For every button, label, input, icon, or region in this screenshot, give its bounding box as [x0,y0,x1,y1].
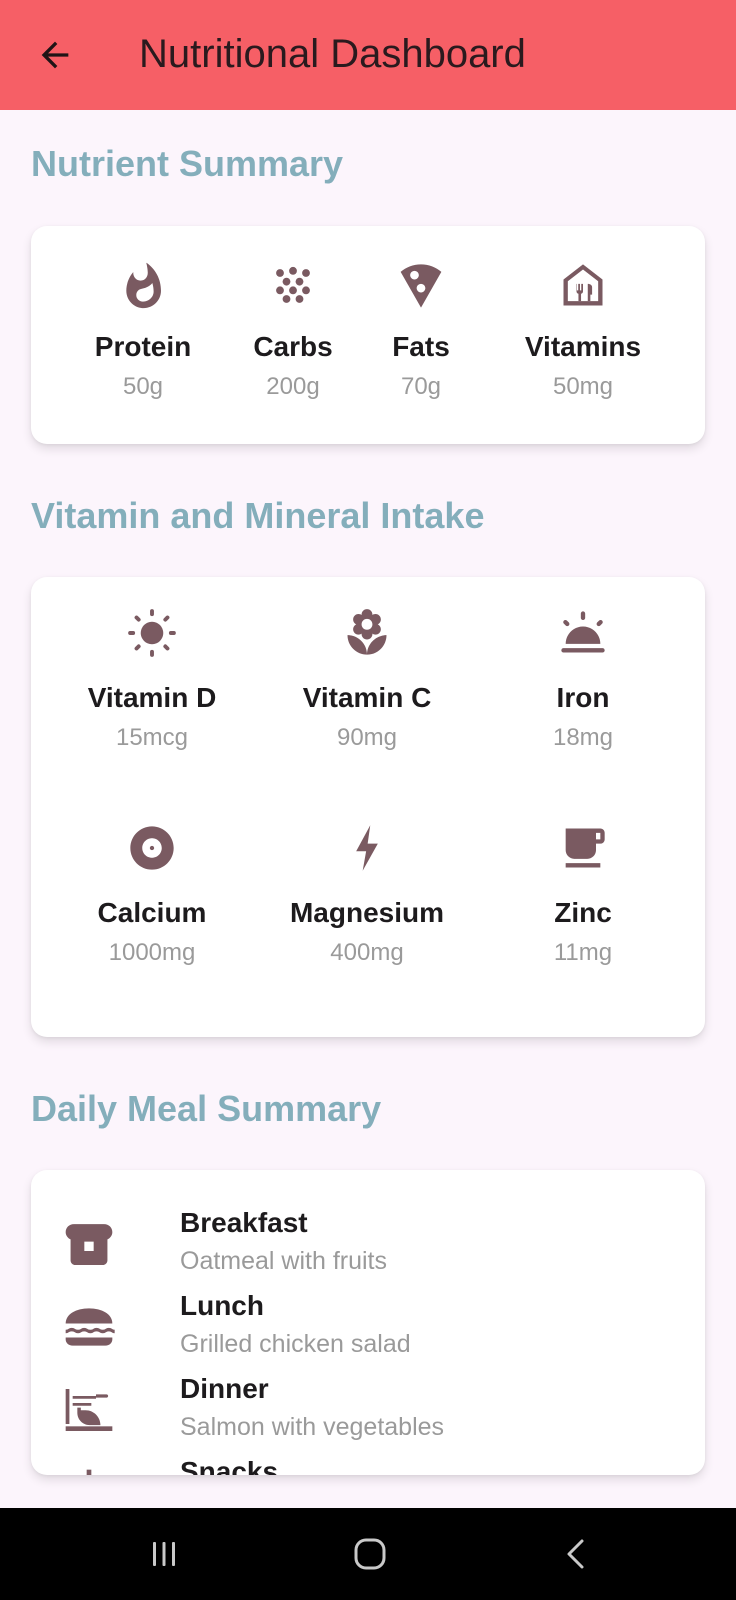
nutrient-summary-card: Protein 50g Carbs 200g Fats 70g Vitamins… [31,226,705,444]
vitamin-mineral-heading: Vitamin and Mineral Intake [31,495,485,536]
dinner-dining-icon [65,1389,113,1431]
burger-icon [65,1308,115,1346]
nutrient-name: Fats [392,331,450,362]
mineral-calcium: Calcium 1000mg [72,822,232,968]
arrow-back-icon [41,41,69,69]
mineral-name: Vitamin C [302,682,432,713]
mineral-vitamin-c: Vitamin C 90mg [287,607,447,753]
mineral-name: Zinc [554,897,612,928]
fire-icon [126,262,161,309]
nutrient-value: 70g [400,373,442,400]
nutrient-fats: Fats 70g [341,260,501,402]
meal-item-dinner[interactable]: Dinner Salmon with vegetables [61,1370,661,1450]
mineral-value: 18mg [552,724,614,751]
mineral-value: 15mcg [115,724,189,751]
mineral-magnesium: Magnesium 400mg [287,822,447,968]
bolt-icon [356,825,378,871]
home-button[interactable] [330,1526,410,1582]
meal-title: Breakfast [180,1207,308,1238]
system-nav-bar [0,1508,736,1600]
meal-subtitle: Grilled chicken salad [180,1330,411,1358]
flower-icon [347,609,387,655]
meal-subtitle: Salmon with vegetables [180,1413,445,1441]
meal-item-snacks[interactable]: Snacks [61,1453,661,1475]
mineral-iron: Iron 18mg [503,607,663,753]
meal-subtitle: Oatmeal with fruits [180,1247,388,1275]
meal-summary-heading: Daily Meal Summary [31,1088,382,1129]
vitamin-mineral-card: Vitamin D 15mcg Vitamin C 90mg Iron 18mg… [31,577,705,1037]
meal-item-breakfast[interactable]: Breakfast Oatmeal with fruits [61,1204,661,1284]
nutrient-summary-heading: Nutrient Summary [31,143,344,184]
nutrient-name: Protein [94,331,192,362]
recents-icon [153,1542,175,1566]
page-title: Nutritional Dashboard [139,32,526,76]
sunrise-icon [561,611,605,653]
app-bar: Nutritional Dashboard [0,0,736,110]
bread-icon [65,1224,113,1265]
nutrient-vitamins: Vitamins 50mg [503,260,663,402]
mineral-value: 11mg [553,939,613,966]
back-button[interactable] [30,30,80,80]
meal-item-lunch[interactable]: Lunch Grilled chicken salad [61,1287,661,1367]
mineral-name: Calcium [97,897,207,928]
nutrient-value: 50g [122,373,164,400]
mineral-value: 400mg [330,939,404,966]
mineral-name: Vitamin D [87,682,217,713]
meal-title: Dinner [180,1373,269,1404]
mineral-value: 90mg [336,724,398,751]
mineral-name: Iron [556,682,610,713]
mineral-name: Magnesium [289,897,445,928]
grain-icon [276,266,310,303]
mineral-vitamin-d: Vitamin D 15mcg [72,607,232,753]
nav-back-icon [567,1539,584,1569]
nutrient-name: Vitamins [524,331,642,362]
nutrient-value: 50mg [552,373,614,400]
nav-back-button[interactable] [536,1526,616,1582]
pizza-slice-icon [400,264,442,308]
meal-title: Lunch [180,1290,264,1321]
meal-title: Snacks [180,1456,279,1475]
mineral-zinc: Zinc 11mg [503,822,663,968]
sun-icon [128,609,176,657]
recents-button[interactable] [124,1526,204,1582]
restaurant-house-icon [563,264,603,306]
mineral-value: 1000mg [108,939,196,966]
coffee-cup-icon [565,828,605,868]
nutrient-protein: Protein 50g [63,260,223,402]
disc-icon [130,826,174,870]
meal-summary-card: Breakfast Oatmeal with fruits Lunch Gril… [31,1170,705,1475]
home-icon [354,1538,386,1570]
snack-icon [86,1469,92,1475]
